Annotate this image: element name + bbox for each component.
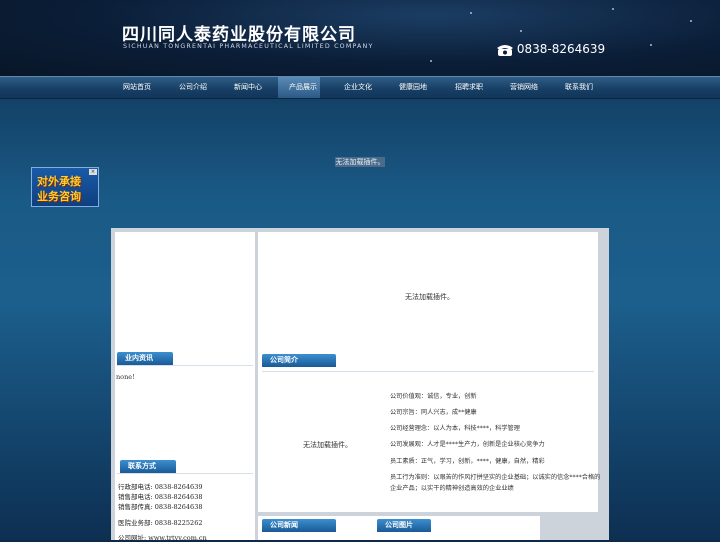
phone-number: 0838-8264639 [516,42,606,56]
nav-item-jobs[interactable]: 招聘求职 [455,82,483,92]
telephone-icon [497,44,513,56]
contact-row-admin: 行政部电话: 0838-8264639 [118,481,202,491]
star-decoration [690,20,692,22]
value-line: 公司发展观：人才是****生产力，创新是企业核心竞争力 [390,441,545,448]
main-nav: 网站首页 公司介绍 新闻中心 产品展示 企业文化 健康园地 招聘求职 营销网络 … [0,76,720,99]
contact-row-hospital: 医院业务部: 0838-8225262 [118,517,202,527]
company-news-title[interactable]: 公司新闻 [262,519,336,532]
nav-item-contact[interactable]: 联系我们 [565,82,593,92]
contact-row-website: 公司网址: www.trtyy.com.cn [118,532,207,542]
header: 四川同人泰药业股份有限公司 SICHUAN TONGRENTAI PHARMAC… [0,0,720,76]
contact-value: 0838-8264639 [154,483,203,491]
industry-news-title[interactable]: 业内资讯 [117,352,173,365]
consult-ad-line1: 对外承接 [37,175,81,188]
contact-label: 销售部电话: [118,493,153,501]
contact-label: 销售部传真: [118,503,153,511]
banner-plugin-placeholder: 无法加载插件。 [335,157,385,167]
star-decoration [650,44,652,46]
consult-floating-ad[interactable]: 对外承接 业务咨询 × [31,167,99,207]
consult-ad-line2: 业务咨询 [37,190,81,203]
contact-value[interactable]: www.trtyy.com.cn [148,534,206,542]
contact-label: 医院业务部: [118,519,153,527]
company-name-en: SICHUAN TONGRENTAI PHARMACEUTICAL LIMITE… [123,43,374,50]
company-photos-title[interactable]: 公司图片 [377,519,431,532]
contact-title[interactable]: 联系方式 [120,460,176,473]
nav-item-network[interactable]: 营销网络 [510,82,538,92]
value-line: 公司价值观：诚信，专业，创新 [390,393,477,400]
close-icon[interactable]: × [89,169,97,175]
value-line: 企业产品；以实干的精神创造高效的企业业绩 [390,485,514,492]
nav-item-about[interactable]: 公司介绍 [179,82,207,92]
phone-number-block: 0838-8264639 [497,42,605,56]
value-line: 公司经营理念：以人为本，科技****，科学管理 [390,425,520,432]
star-decoration [470,12,472,14]
nav-item-health[interactable]: 健康园地 [399,82,427,92]
divider [117,365,253,366]
contact-row-sales-fax: 销售部传真: 0838-8264638 [118,501,202,511]
divider [117,473,253,474]
nav-item-products[interactable]: 产品展示 [289,82,317,92]
right-content-panel [258,232,598,512]
value-line: 员工素质：正气，学习，创新，****，健康，自然，精彩 [390,458,545,465]
value-line: 公司宗旨：同人兴志，成**健康 [390,409,477,416]
nav-item-culture[interactable]: 企业文化 [344,82,372,92]
contact-value: 0838-8264638 [154,503,203,511]
nav-item-news[interactable]: 新闻中心 [234,82,262,92]
contact-value: 0838-8264638 [154,493,203,501]
star-decoration [612,8,614,10]
industry-news-content: none! [116,373,135,381]
contact-label: 行政部电话: [118,483,153,491]
company-name-cn: 四川同人泰药业股份有限公司 [122,25,356,45]
contact-label: 公司网址: [118,534,147,542]
contact-value: 0838-8225262 [154,519,203,527]
star-decoration [430,60,432,62]
video-plugin-placeholder: 无法加载插件。 [405,293,454,301]
intro-plugin-placeholder: 无法加载插件。 [303,441,352,449]
company-intro-title[interactable]: 公司简介 [262,354,336,367]
star-decoration [520,30,522,32]
contact-row-sales-phone: 销售部电话: 0838-8264638 [118,491,202,501]
nav-item-home[interactable]: 网站首页 [123,82,151,92]
divider [262,371,594,372]
value-line: 员工行为准则：以艰苦的作风打拼坚实的企业基础；以诚实的信念****合格的 [390,474,601,481]
